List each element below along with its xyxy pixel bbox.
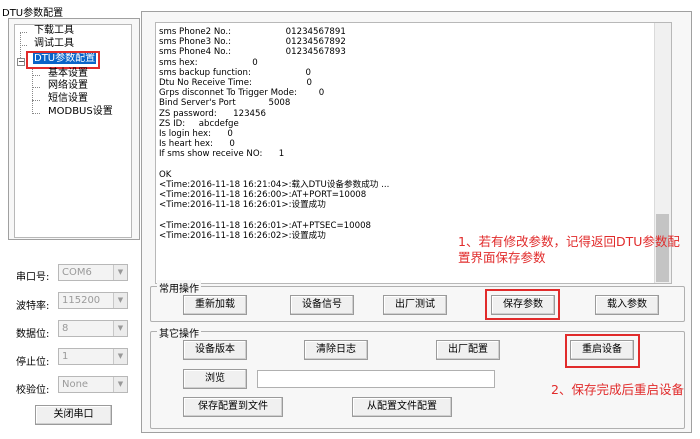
log-line: ZS ID: abcdefge — [159, 118, 239, 129]
log-line: Grps disconnet To Trigger Mode: 0 — [159, 88, 325, 99]
load-from-config-file-button[interactable]: 从配置文件配置 — [352, 397, 452, 417]
log-line: sms hex: 0 — [159, 57, 258, 68]
annotation-note-1-line-1: 1、若有修改参数，记得返回DTU参数配 — [458, 234, 680, 249]
tree-connector — [20, 45, 27, 46]
log-line: sms Phone4 No.: 01234567893 — [159, 47, 346, 58]
chevron-down-icon: ▼ — [113, 293, 127, 308]
baud-select[interactable]: 115200 ▼ — [58, 292, 128, 309]
log-line: <Time:2016-11-18 16:26:02>:设置成功 — [159, 231, 326, 241]
log-line: sms Phone2 No.: 01234567891 — [159, 27, 346, 37]
log-line: sms Phone3 No.: 01234567892 — [159, 37, 346, 48]
factory-test-button[interactable]: 出厂测试 — [383, 295, 447, 315]
chevron-down-icon: ▼ — [113, 265, 127, 280]
log-line: Is login hex: 0 — [159, 129, 233, 139]
log-line: Dtu No Receive Time: 0 — [159, 78, 312, 88]
log-line: <Time:2016-11-18 16:21:04>:载入DTU设备参数成功 .… — [159, 180, 390, 190]
annotation-note-1-line-2: 置界面保存参数 — [458, 250, 546, 265]
baud-label: 波特率: — [16, 301, 50, 312]
window-title: DTU参数配置 — [2, 8, 64, 19]
stop-bits-select[interactable]: 1 ▼ — [58, 348, 128, 365]
port-select[interactable]: COM6 ▼ — [58, 264, 128, 281]
chevron-down-icon: ▼ — [113, 349, 127, 364]
tree-connector — [20, 32, 27, 33]
common-ops-title: 常用操作 — [157, 280, 201, 295]
tree-item-network-settings[interactable]: 网络设置 — [48, 80, 88, 92]
log-line: Is heart hex: 0 — [159, 139, 235, 150]
chevron-down-icon: ▼ — [113, 377, 127, 392]
stop-bits-label: 停止位: — [16, 357, 50, 368]
reload-button[interactable]: 重新加载 — [183, 295, 247, 315]
data-bits-select[interactable]: 8 ▼ — [58, 320, 128, 337]
tree-connector — [32, 100, 40, 101]
tree-item-download-tool[interactable]: 下载工具 — [34, 25, 74, 37]
factory-config-button[interactable]: 出厂配置 — [436, 340, 500, 360]
config-file-path-input[interactable] — [257, 370, 495, 388]
annotation-note-2: 2、保存完成后重启设备 — [551, 382, 684, 397]
log-line: Bind Server's Port 5008 — [159, 98, 291, 109]
device-version-button[interactable]: 设备版本 — [183, 340, 247, 360]
log-line: OK — [159, 169, 172, 180]
save-params-highlight — [485, 289, 560, 320]
tree-connector — [32, 113, 40, 114]
log-line: If sms show receive NO: 1 — [159, 149, 285, 160]
tree-item-sms-settings[interactable]: 短信设置 — [48, 93, 88, 105]
tree-connector — [32, 75, 40, 76]
log-line: ZS password: 123456 — [159, 108, 266, 119]
tree-highlight-box — [26, 51, 100, 69]
port-value: COM6 — [62, 267, 92, 278]
tree-connector — [32, 87, 40, 88]
parity-select[interactable]: None ▼ — [58, 376, 128, 393]
tree-item-debug-tool[interactable]: 调试工具 — [34, 38, 74, 50]
log-line: <Time:2016-11-18 16:26:01>:AT+PTSEC=1000… — [159, 220, 372, 231]
save-config-to-file-button[interactable]: 保存配置到文件 — [183, 397, 283, 417]
device-signal-button[interactable]: 设备信号 — [290, 295, 354, 315]
baud-value: 115200 — [62, 295, 101, 306]
other-ops-title: 其它操作 — [157, 325, 201, 340]
tree-item-modbus-settings[interactable]: MODBUS设置 — [48, 106, 113, 118]
log-line: <Time:2016-11-18 16:26:00>:AT+PORT=10008 — [159, 190, 367, 201]
data-bits-value: 8 — [62, 323, 69, 334]
collapse-icon[interactable]: − — [17, 58, 25, 66]
parity-value: None — [62, 379, 89, 390]
port-label: 串口号: — [16, 272, 50, 283]
log-line: <Time:2016-11-18 16:26:01>:设置成功 — [159, 200, 326, 211]
browse-button[interactable]: 浏览 — [183, 369, 247, 389]
stop-bits-value: 1 — [62, 351, 69, 362]
restart-highlight — [565, 334, 640, 368]
data-bits-label: 数据位: — [16, 329, 50, 340]
close-port-button[interactable]: 关闭串口 — [35, 405, 112, 425]
clear-log-button[interactable]: 清除日志 — [304, 340, 368, 360]
parity-label: 校验位: — [16, 385, 50, 396]
tree-item-basic-settings[interactable]: 基本设置 — [48, 68, 88, 80]
load-params-button[interactable]: 载入参数 — [595, 295, 659, 315]
chevron-down-icon: ▼ — [113, 321, 127, 336]
log-line: sms backup function: 0 — [159, 67, 311, 78]
